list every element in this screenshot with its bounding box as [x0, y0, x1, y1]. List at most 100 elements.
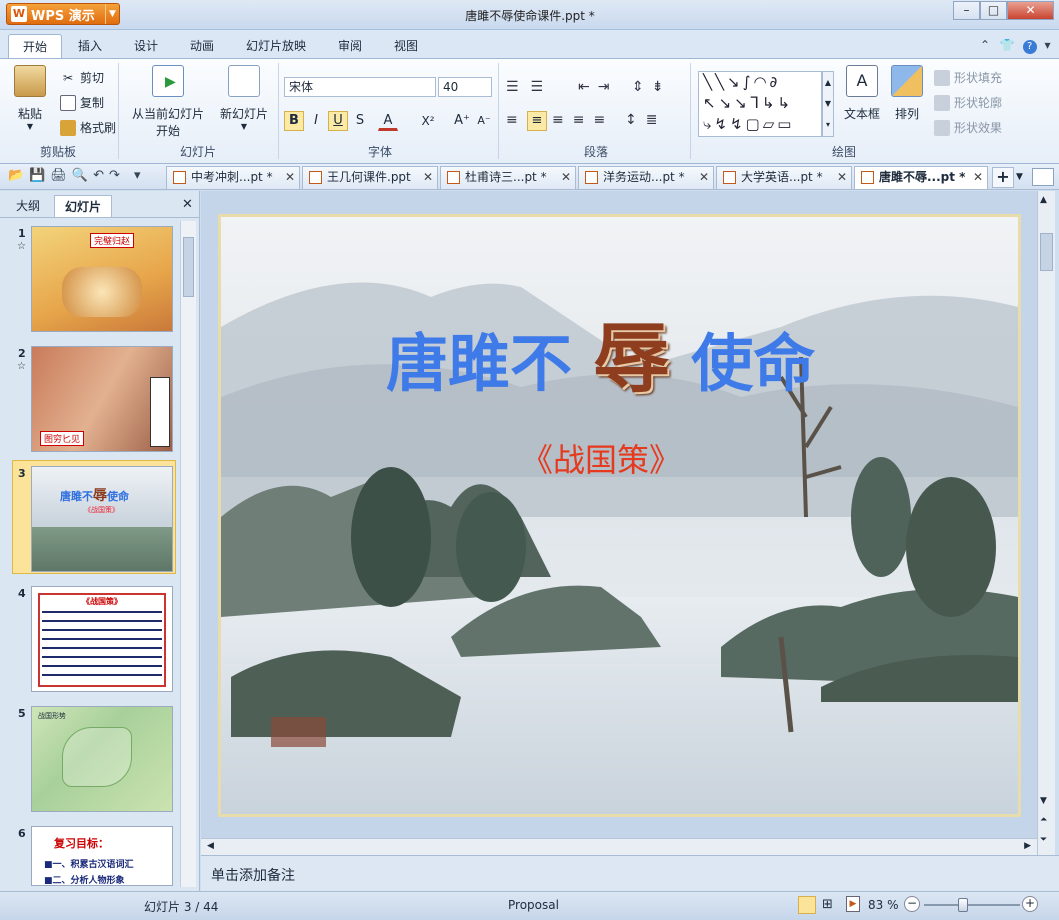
shrink-font-button[interactable]: A⁻ — [474, 111, 494, 131]
landscape — [32, 527, 172, 571]
text-block — [42, 606, 162, 676]
group-label-font: 字体 — [368, 145, 393, 159]
close-icon[interactable]: ✕ — [973, 167, 983, 188]
doc-tab-1[interactable]: 中考冲刺...pt * ✕ — [166, 166, 300, 189]
doc-tab-6[interactable]: 唐雎不辱...pt * ✕ — [854, 166, 988, 189]
horizontal-scrollbar[interactable]: ◀ ▶ — [201, 838, 1037, 855]
divider — [0, 217, 200, 218]
zoom-out-button[interactable]: − — [904, 896, 920, 912]
underline-button[interactable]: U — [328, 111, 348, 131]
slide-title[interactable]: 唐雎不 辱 使命 — [386, 297, 815, 407]
font-size-select[interactable]: 40 — [438, 77, 492, 97]
new-tab-button[interactable]: + — [992, 167, 1014, 188]
shape-outline-button[interactable]: 形状轮廓 — [934, 94, 1002, 111]
scroll-thumb[interactable] — [183, 237, 194, 297]
window-list-icon[interactable] — [1032, 168, 1054, 186]
from-current-slide-button[interactable]: ▶ 从当前幻灯片 开始 — [130, 65, 206, 139]
superscript-button[interactable]: X² — [418, 111, 438, 131]
tab-slides[interactable]: 幻灯片 — [54, 195, 113, 217]
slide-thumbnail-1[interactable]: 完璧归赵 — [31, 226, 173, 332]
zoom-slider-handle[interactable] — [958, 898, 968, 912]
tab-outline[interactable]: 大纲 — [6, 195, 50, 217]
tab-review[interactable]: 审阅 — [324, 34, 376, 58]
quick-access-toolbar[interactable]: 📂💾🖨🔍↶↷ ▾ — [8, 168, 146, 183]
scroll-left-icon[interactable]: ◀ — [207, 841, 214, 851]
vertical-scrollbar[interactable]: ▲ ▼ ⏶ ⏷ — [1037, 191, 1055, 855]
scroll-right-icon[interactable]: ▶ — [1024, 841, 1031, 851]
format-painter-button[interactable]: 格式刷 — [60, 119, 116, 136]
font-name-select[interactable]: 宋体 — [284, 77, 436, 97]
slideshow-icon[interactable]: ▶ — [846, 896, 860, 912]
slide-thumbnail-5[interactable]: 战国形势 — [31, 706, 173, 812]
shadow-button[interactable]: S — [350, 111, 370, 131]
doc-tab-2[interactable]: 王几何课件.ppt ✕ — [302, 166, 438, 189]
help-icon[interactable]: ? — [1022, 40, 1037, 54]
slide-thumbnail-4[interactable]: 《战国策》 — [31, 586, 173, 692]
zoom-in-button[interactable]: + — [1022, 896, 1038, 912]
tab-insert[interactable]: 插入 — [64, 34, 116, 58]
slide-panel: 大纲 幻灯片 ✕ 1 ☆ 完璧归赵 2 ☆ 图穷匕见 3 唐雎不辱使命 《战国策… — [0, 191, 200, 891]
shape-fill-button[interactable]: 形状填充 — [934, 69, 1002, 86]
tab-home[interactable]: 开始 — [8, 34, 63, 58]
scissors-icon: ✂ — [62, 70, 74, 85]
slide-subtitle[interactable]: 《战国策》 — [521, 435, 681, 481]
slide-thumbnail-2[interactable]: 图穷匕见 — [31, 346, 173, 452]
caret-up-icon[interactable]: ⌃ — [980, 38, 990, 52]
tab-slideshow[interactable]: 幻灯片放映 — [232, 34, 320, 58]
normal-view-icon[interactable] — [798, 896, 816, 914]
brush-icon — [60, 119, 76, 136]
doc-tab-4[interactable]: 洋务运动...pt * ✕ — [578, 166, 714, 189]
next-slide-icon[interactable]: ⏷ — [1040, 835, 1047, 845]
bold-button[interactable]: B — [284, 111, 304, 131]
textbox-button[interactable]: A 文本框 — [842, 65, 882, 122]
ppt-file-icon — [723, 171, 736, 184]
close-icon[interactable]: ✕ — [699, 167, 709, 188]
align-center-button[interactable]: ≡ — [527, 111, 547, 131]
paste-button[interactable]: 粘贴 ▼ — [14, 65, 46, 131]
slide-sorter-icon[interactable]: ⊞ — [822, 897, 833, 912]
tab-animation[interactable]: 动画 — [176, 34, 228, 58]
close-icon[interactable]: ✕ — [182, 197, 193, 212]
scroll-down-icon[interactable]: ▼ — [1040, 796, 1047, 806]
current-slide[interactable]: 唐雎不 辱 使命 《战国策》 — [218, 214, 1021, 817]
new-slide-button[interactable]: 新幻灯片 ▼ — [218, 65, 270, 131]
tab-design[interactable]: 设计 — [120, 34, 172, 58]
font-color-button[interactable]: A — [378, 111, 398, 131]
scroll-thumb[interactable] — [1040, 233, 1053, 271]
previous-slide-icon[interactable]: ⏶ — [1040, 815, 1047, 825]
close-icon[interactable]: ✕ — [285, 167, 295, 188]
chevron-down-icon[interactable]: ▼ — [1016, 172, 1023, 182]
arrange-button[interactable]: 排列 — [890, 65, 924, 122]
tab-view[interactable]: 视图 — [380, 34, 432, 58]
line-spacing-buttons[interactable]: ↕≣ — [625, 112, 666, 128]
minimize-button[interactable]: – — [953, 1, 980, 20]
slide-thumbnail-3[interactable]: 唐雎不辱使命 《战国策》 — [31, 466, 173, 572]
close-icon[interactable]: ✕ — [837, 167, 847, 188]
shape-effect-button[interactable]: 形状效果 — [934, 119, 1002, 136]
align-right-justify-buttons[interactable]: ≡≡≡ — [552, 112, 614, 128]
italic-button[interactable]: I — [306, 111, 326, 131]
shapes-gallery-scroll[interactable]: ▲ ▼ ▾ — [822, 71, 834, 137]
scroll-up-icon[interactable]: ▲ — [1040, 195, 1047, 205]
maximize-button[interactable]: □ — [980, 1, 1007, 20]
slide-thumbnail-6[interactable]: 复习目标： ■一、积累古汉语词汇 ■二、分析人物形象 — [31, 826, 173, 886]
shapes-gallery[interactable]: ╲╲↘∫◠∂ ↖↘↘ᒣ↳↳ ⤷↯↯▢▱▭ — [698, 71, 822, 137]
grow-font-button[interactable]: A⁺ — [452, 111, 472, 131]
list-buttons[interactable]: ☰☰ — [506, 79, 555, 95]
wps-menu-button[interactable]: W WPS 演示 ▼ — [6, 3, 120, 25]
cut-button[interactable]: ✂ 剪切 — [60, 69, 104, 86]
indent-buttons[interactable]: ⇤⇥ — [578, 79, 617, 95]
notes-area[interactable]: 单击添加备注 — [201, 855, 1059, 891]
close-icon[interactable]: ✕ — [561, 167, 571, 188]
chevron-down-icon[interactable]: ▾ — [1045, 38, 1051, 52]
zoom-slider[interactable] — [924, 904, 1020, 906]
text-direction-buttons[interactable]: ⇕⇟ — [632, 79, 671, 95]
close-window-button[interactable]: ✕ — [1007, 1, 1054, 20]
close-icon[interactable]: ✕ — [423, 167, 433, 188]
shirt-icon[interactable]: 👕 — [1000, 38, 1015, 52]
thumbnail-scrollbar[interactable] — [180, 221, 196, 887]
doc-tab-5[interactable]: 大学英语...pt * ✕ — [716, 166, 852, 189]
copy-button[interactable]: 复制 — [60, 94, 104, 111]
align-left-button[interactable]: ≡ — [506, 112, 527, 128]
doc-tab-3[interactable]: 杜甫诗三...pt * ✕ — [440, 166, 576, 189]
